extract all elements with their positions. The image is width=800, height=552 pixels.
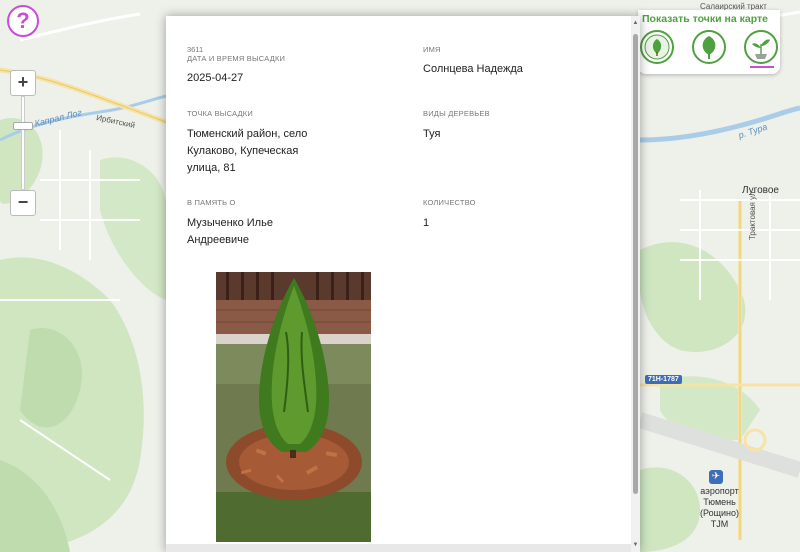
map-label-street: Трактовая ул. (748, 189, 757, 240)
field-quantity: Количество 1 (423, 198, 623, 232)
planting-photo[interactable] (216, 272, 371, 542)
memory-value: Музыченко Илье Андреевиче (187, 217, 273, 246)
show-points-title: Показать точки на карте (642, 13, 768, 25)
zoom-slider-handle[interactable] (13, 122, 33, 130)
zoom-in-button[interactable]: + (10, 70, 36, 96)
sapling-icon (752, 39, 770, 59)
points-filter-badge[interactable] (640, 30, 674, 64)
field-tree-kind: Виды деревьев Туя (423, 109, 623, 143)
quantity-value: 1 (423, 217, 430, 229)
field-location: Точка высадки Тюменский район, село Кула… (187, 109, 327, 177)
name-value: Солнцева Надежда (423, 63, 523, 75)
quantity-label: Количество (423, 198, 476, 207)
location-value: Тюменский район, село Кулаково, Купеческ… (187, 128, 308, 174)
scroll-up-arrow[interactable]: ▲ (631, 18, 640, 28)
tree-icon (702, 36, 716, 59)
map-label-airport: аэропорт Тюмень (Рощино) TJM (700, 486, 740, 529)
field-planting-date: 3611 Дата и время высадки 2025-04-27 (187, 45, 407, 87)
road-number-badge: 71Н-1787 (645, 375, 682, 384)
zoom-control: + − (10, 70, 36, 216)
record-id: 3611 (187, 45, 204, 54)
planting-date-label: Дата и время высадки (187, 54, 286, 63)
scroll-thumb[interactable] (633, 34, 638, 494)
zoom-out-button[interactable]: − (10, 190, 36, 216)
planting-date-value: 2025-04-27 (187, 72, 244, 84)
badge-icon (644, 34, 670, 60)
points-filter-trees[interactable] (692, 30, 726, 64)
show-points-panel: Показать точки на карте (638, 10, 780, 74)
name-label: Имя (423, 45, 441, 54)
thuja-tree-photo (216, 272, 371, 542)
field-memory: В память о Музыченко Илье Андреевиче (187, 198, 327, 249)
active-filter-underline (750, 66, 774, 68)
field-name: Имя Солнцева Надежда (423, 45, 623, 78)
points-filter-saplings[interactable] (744, 30, 778, 64)
tree-kind-label: Виды деревьев (423, 109, 490, 118)
zoom-slider-track[interactable] (21, 96, 25, 190)
memory-label: В память о (187, 198, 236, 207)
help-button[interactable]: ? (7, 5, 39, 37)
airport-icon: ✈ (709, 470, 723, 484)
planting-details-modal: 3611 Дата и время высадки 2025-04-27 Имя… (166, 16, 640, 552)
modal-scrollbar[interactable]: ▲ ▼ (631, 16, 640, 552)
scroll-down-arrow[interactable]: ▼ (631, 540, 640, 550)
location-label: Точка высадки (187, 109, 253, 118)
modal-footer-edge (166, 544, 640, 552)
tree-kind-value: Туя (423, 128, 441, 140)
